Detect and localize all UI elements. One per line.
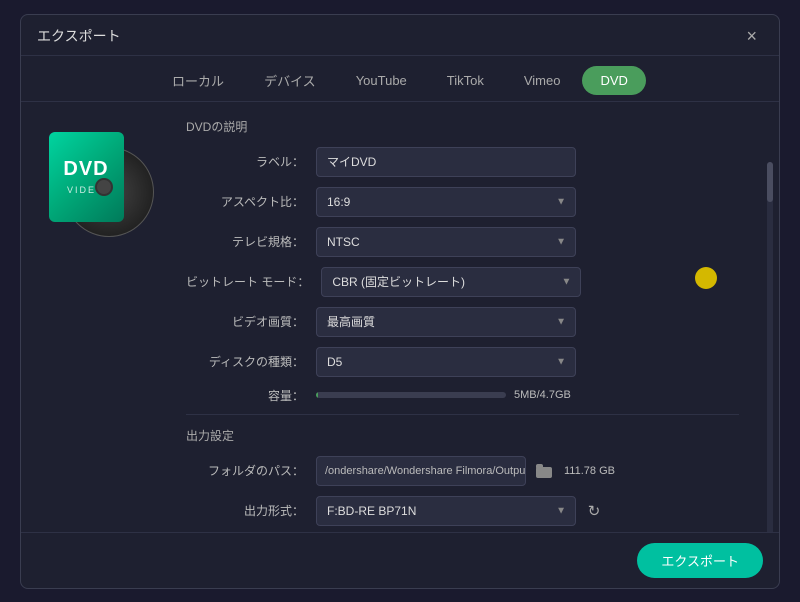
disc-type-select-wrap: D5 D9 ▼ [316, 347, 576, 377]
output-format-label: 出力形式： [186, 502, 316, 519]
bitrate-label: ビットレート モード： [186, 273, 321, 290]
bitrate-row: ビットレート モード： CBR (固定ビットレート) VBR (可変ビットレート… [186, 267, 739, 297]
title-bar: エクスポート × [21, 15, 779, 56]
dvd-section-title: DVDの説明 [186, 118, 739, 135]
form-area: DVDの説明 ラベル： アスペクト比： 16:9 4:3 ▼ テレビ [176, 102, 779, 532]
folder-row: フォルダのパス： /ondershare/Wondershare Filmora… [186, 456, 739, 486]
output-section-title: 出力設定 [186, 427, 739, 444]
label-row: ラベル： [186, 147, 739, 177]
tv-label: テレビ規格： [186, 233, 316, 250]
tv-select-wrap: NTSC PAL ▼ [316, 227, 576, 257]
capacity-row: 容量： 5MB/4.7GB [186, 387, 739, 404]
export-dialog: エクスポート × ローカル デバイス YouTube TikTok Vimeo … [20, 14, 780, 589]
folder-icon [536, 464, 552, 478]
output-format-select-wrap: F:BD-RE BP71N ▼ [316, 496, 576, 526]
dvd-box: DVD VIDEO [49, 132, 124, 222]
disc-type-select[interactable]: D5 D9 [316, 347, 576, 377]
aspect-select[interactable]: 16:9 4:3 [316, 187, 576, 217]
tab-dvd[interactable]: DVD [582, 66, 645, 95]
output-format-select[interactable]: F:BD-RE BP71N [316, 496, 576, 526]
bitrate-select[interactable]: CBR (固定ビットレート) VBR (可変ビットレート) [321, 267, 581, 297]
tv-row: テレビ規格： NTSC PAL ▼ [186, 227, 739, 257]
tab-bar: ローカル デバイス YouTube TikTok Vimeo DVD [21, 56, 779, 102]
folder-label: フォルダのパス： [186, 462, 316, 479]
close-button[interactable]: × [740, 25, 763, 47]
bitrate-select-wrap: CBR (固定ビットレート) VBR (可変ビットレート) ▼ [321, 267, 581, 297]
folder-browse-button[interactable] [530, 457, 558, 485]
video-quality-select-wrap: 最高画質 高画質 標準 ▼ [316, 307, 576, 337]
capacity-bar-fill [316, 392, 318, 398]
capacity-text: 5MB/4.7GB [514, 389, 571, 401]
label-field-label: ラベル： [186, 153, 316, 170]
capacity-label: 容量： [186, 387, 316, 404]
tv-select[interactable]: NTSC PAL [316, 227, 576, 257]
tab-vimeo[interactable]: Vimeo [506, 66, 579, 95]
footer: エクスポート [21, 532, 779, 588]
disc-type-label: ディスクの種類： [186, 353, 316, 370]
video-quality-label: ビデオ画質： [186, 313, 316, 330]
tab-tiktok[interactable]: TikTok [429, 66, 502, 95]
scrollbar[interactable] [767, 162, 773, 532]
aspect-row: アスペクト比： 16:9 4:3 ▼ [186, 187, 739, 217]
video-quality-row: ビデオ画質： 最高画質 高画質 標準 ▼ [186, 307, 739, 337]
dvd-icon: DVD VIDEO [49, 132, 159, 242]
output-format-row: 出力形式： F:BD-RE BP71N ▼ ↻ [186, 496, 739, 526]
scrollbar-thumb[interactable] [767, 162, 773, 202]
content-area: DVD VIDEO DVDの説明 ラベル： アスペクト比： 16:9 4: [21, 102, 779, 532]
refresh-button[interactable]: ↻ [580, 497, 608, 525]
export-button[interactable]: エクスポート [637, 543, 763, 578]
tab-device[interactable]: デバイス [246, 66, 334, 95]
tab-youtube[interactable]: YouTube [338, 66, 425, 95]
disc-type-row: ディスクの種類： D5 D9 ▼ [186, 347, 739, 377]
tab-local[interactable]: ローカル [154, 66, 242, 95]
capacity-bar [316, 392, 506, 398]
folder-size-text: 111.78 GB [564, 465, 615, 477]
aspect-label: アスペクト比： [186, 193, 316, 210]
folder-path-display: /ondershare/Wondershare Filmora/Output [316, 456, 526, 486]
divider [186, 414, 739, 415]
video-quality-select[interactable]: 最高画質 高画質 標準 [316, 307, 576, 337]
dialog-title: エクスポート [37, 26, 121, 46]
label-input[interactable] [316, 147, 576, 177]
aspect-select-wrap: 16:9 4:3 ▼ [316, 187, 576, 217]
dvd-circle [95, 178, 113, 196]
dvd-preview: DVD VIDEO [21, 102, 176, 532]
